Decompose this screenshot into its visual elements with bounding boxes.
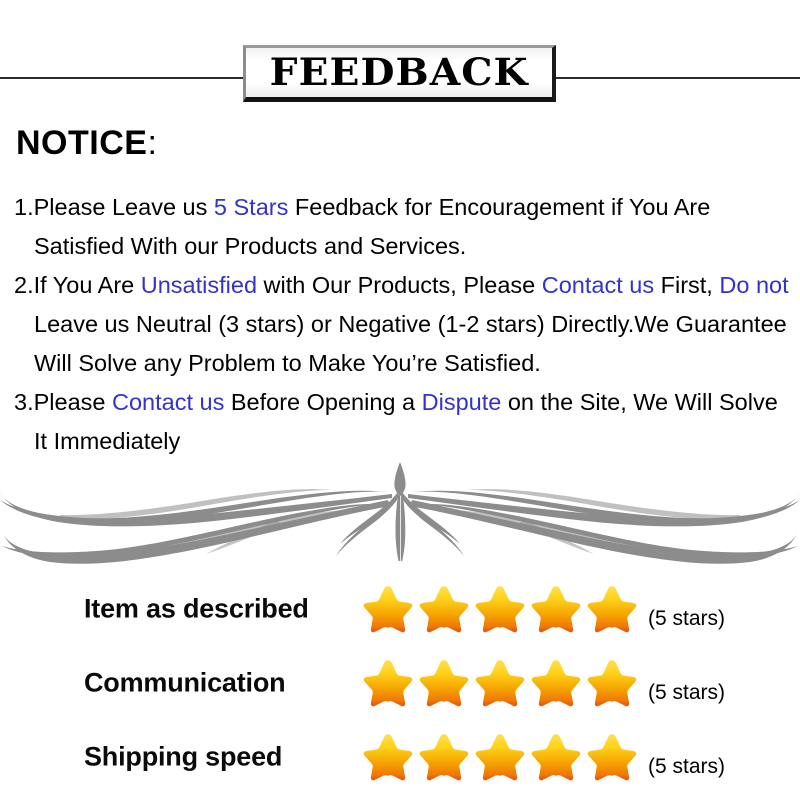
banner-title: FEEDBACK: [246, 50, 552, 94]
rating-stars[interactable]: [362, 657, 638, 709]
rating-count-label: (5 stars): [648, 681, 726, 705]
ratings-section: Item as described (5 stars) Communication (…: [0, 572, 800, 794]
notice-item-number: 3.: [14, 389, 34, 415]
star-icon: [587, 734, 637, 781]
notice-line: 1.Please Leave us 5 Stars Feedback for E…: [14, 188, 800, 227]
notice-heading-colon: :: [147, 124, 157, 162]
notice-text: Please Leave us: [33, 194, 214, 220]
star-icon: [475, 734, 525, 781]
star-icon: [363, 660, 413, 707]
notice-text: If You Are: [33, 272, 141, 298]
notice-item: 2.If You Are Unsatisfied with Our Produc…: [14, 266, 800, 383]
rating-count-label: (5 stars): [648, 755, 726, 779]
star-icon: [363, 586, 413, 633]
notice-highlight-text: Do not: [719, 272, 789, 298]
notice-heading: NOTICE:: [16, 124, 157, 163]
notice-line: 3.Please Contact us Before Opening a Dis…: [14, 383, 800, 422]
star-icon: [531, 734, 581, 781]
rating-stars[interactable]: [362, 731, 638, 783]
rating-row: Shipping speed (5 stars): [0, 720, 800, 794]
notice-continuation-line: Satisfied With our Products and Services…: [34, 233, 467, 259]
rating-label: Shipping speed: [84, 741, 283, 772]
rating-row: Communication (5 stars): [0, 646, 800, 720]
notice-highlight-text: 5 Stars: [213, 194, 295, 220]
rating-label: Communication: [84, 667, 286, 698]
rating-stars[interactable]: [362, 583, 638, 635]
star-icon: [419, 586, 469, 633]
notice-line: 2.If You Are Unsatisfied with Our Produc…: [14, 266, 800, 305]
notice-continuation-line: Leave us Neutral (3 stars) or Negative (…: [34, 311, 787, 337]
star-icon: [419, 660, 469, 707]
notice-highlight-text: Unsatisfied: [140, 272, 258, 298]
notice-text: with Our Products, Please: [257, 272, 542, 298]
star-icon: [587, 660, 637, 707]
notice-highlight-text: Dispute: [421, 389, 502, 415]
notice-heading-word: NOTICE: [16, 124, 148, 162]
notice-text: First,: [654, 272, 720, 298]
notice-text: Feedback for Encouragement if You Are: [294, 194, 711, 220]
notice-item: 3.Please Contact us Before Opening a Dis…: [14, 383, 800, 461]
banner-plaque: FEEDBACK: [243, 45, 556, 102]
star-icon: [475, 660, 525, 707]
notice-item-number: 2.: [14, 272, 34, 298]
rating-label: Item as described: [84, 593, 309, 624]
notice-highlight-text: Contact us: [112, 389, 225, 415]
notice-highlight-text: Contact us: [541, 272, 655, 298]
notice-list: 1.Please Leave us 5 Stars Feedback for E…: [14, 188, 800, 461]
notice-text: on the Site, We Will Solve: [501, 389, 778, 415]
decorative-flourish-divider: [0, 456, 800, 571]
notice-item-number: 1.: [14, 194, 34, 220]
star-icon: [531, 586, 581, 633]
star-icon: [475, 586, 525, 633]
notice-text: Before Opening a: [224, 389, 422, 415]
feedback-banner: FEEDBACK: [0, 0, 800, 112]
star-icon: [587, 586, 637, 633]
notice-text: Please: [33, 389, 112, 415]
star-icon: [531, 660, 581, 707]
rating-count-label: (5 stars): [648, 607, 726, 631]
star-icon: [419, 734, 469, 781]
notice-item: 1.Please Leave us 5 Stars Feedback for E…: [14, 188, 800, 266]
notice-continuation-line: Will Solve any Problem to Make You’re Sa…: [34, 350, 541, 376]
rating-row: Item as described (5 stars): [0, 572, 800, 646]
star-icon: [363, 734, 413, 781]
banner-title-text: FEEDBACK: [269, 49, 529, 94]
